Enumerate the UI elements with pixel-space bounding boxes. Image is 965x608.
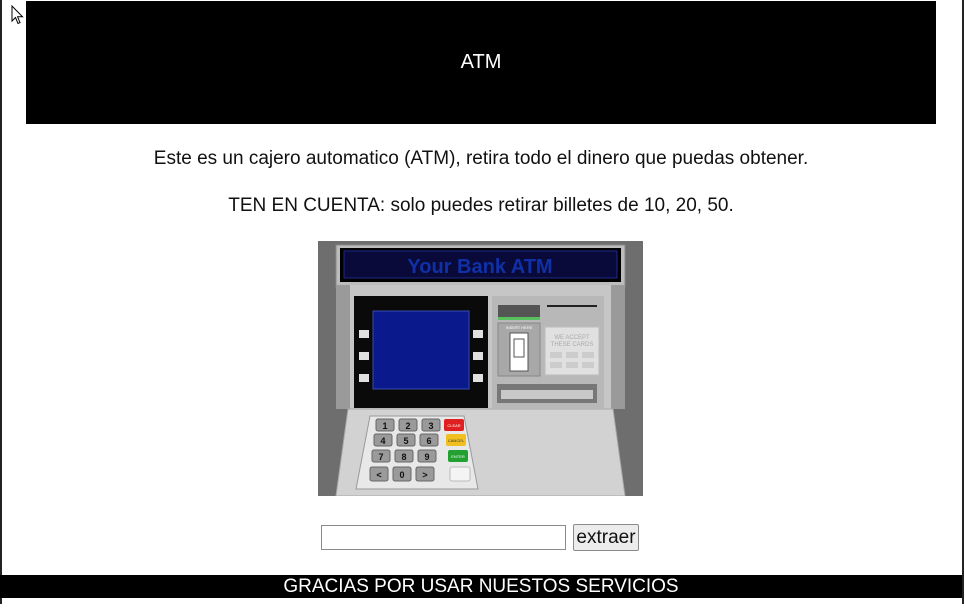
atm-side-key [473, 330, 483, 338]
atm-card-logo [582, 362, 594, 368]
atm-key-cancel-label: CANCEL [448, 438, 465, 443]
atm-screen [372, 310, 470, 390]
note-text: TEN EN CUENTA: solo puedes retirar bille… [228, 195, 734, 216]
page-header: ATM [26, 1, 936, 124]
atm-illustration: Your Bank ATM INSERT HERE WE ACCEPT THES… [318, 241, 643, 496]
atm-key-label: > [422, 470, 427, 480]
bottom-edge [0, 604, 964, 608]
amount-input[interactable] [321, 525, 566, 550]
atm-key-clear-label: CLEAR [447, 423, 460, 428]
page-title: ATM [460, 51, 502, 73]
atm-key-label: 5 [403, 436, 408, 446]
atm-card-logo [566, 362, 578, 368]
atm-right-column [611, 285, 625, 409]
atm-line-1 [547, 305, 597, 307]
atm-card-logo [582, 352, 594, 358]
atm-accept-label-1: WE ACCEPT [554, 335, 590, 341]
atm-key-label: 8 [401, 452, 406, 462]
atm-card-slot [498, 305, 540, 317]
keypad-keys: 1 2 3 4 5 6 7 8 9 < 0 > [369, 418, 441, 482]
page-footer: GRACIAS POR USAR NUESTOS SERVICIOS [0, 575, 962, 598]
atm-key-blank [449, 466, 471, 482]
atm-key-label: 6 [426, 436, 431, 446]
atm-left-column [336, 285, 350, 409]
atm-key-label: 2 [405, 421, 410, 431]
mouse-pointer-icon [11, 5, 24, 25]
atm-side-key [359, 352, 369, 360]
atm-card-logo [550, 352, 562, 358]
atm-insert-label: INSERT HERE [506, 325, 533, 330]
extract-button[interactable]: extraer [573, 524, 639, 551]
window-border-right [962, 0, 964, 608]
atm-key-label: 3 [428, 421, 433, 431]
atm-side-key [359, 330, 369, 338]
footer-text: GRACIAS POR USAR NUESTOS SERVICIOS [283, 576, 679, 597]
atm-side-key [473, 352, 483, 360]
atm-key-label: 7 [378, 452, 383, 462]
atm-key-label: 9 [424, 452, 429, 462]
atm-side-key [359, 374, 369, 382]
atm-card-slot-light [498, 317, 540, 320]
atm-key-label: 0 [399, 470, 404, 480]
atm-key-label: 4 [380, 436, 385, 446]
atm-receipt-inner [501, 390, 593, 399]
window-border-left [0, 0, 2, 608]
atm-banner-text: Your Bank ATM [407, 256, 552, 278]
atm-side-key [473, 374, 483, 382]
intro-text: Este es un cajero automatico (ATM), reti… [153, 148, 809, 169]
atm-card-logo [550, 362, 562, 368]
atm-card-logo [566, 352, 578, 358]
atm-accept-label-2: THESE CARDS [551, 342, 594, 348]
atm-key-label: 1 [382, 421, 387, 431]
atm-key-enter-label: ENTER [451, 454, 465, 459]
atm-key-label: < [376, 470, 381, 480]
